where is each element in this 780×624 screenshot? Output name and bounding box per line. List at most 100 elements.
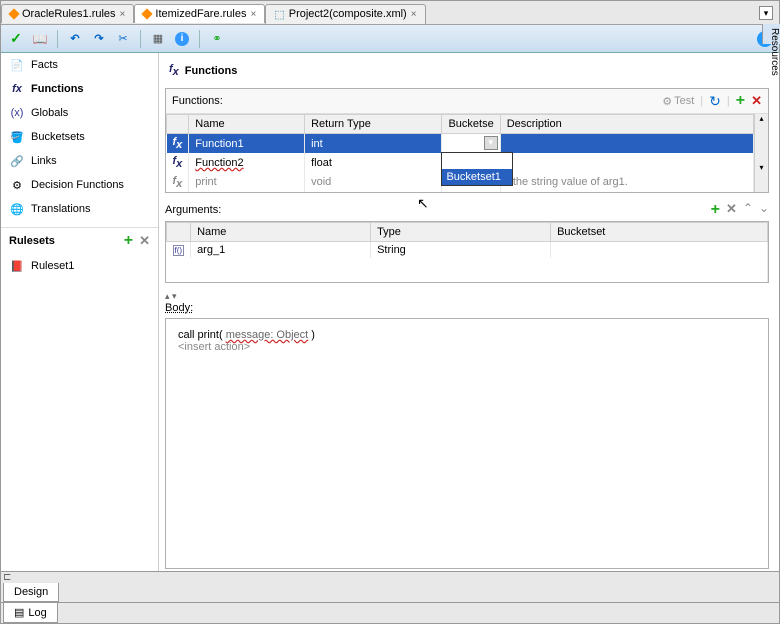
cell-return: int	[305, 134, 442, 154]
add-ruleset-icon[interactable]: +	[124, 232, 133, 250]
minimize-icon[interactable]: ▾	[759, 6, 773, 20]
content-area: fx Functions Functions: ⚙ Test | ↻ | +	[159, 53, 779, 571]
cell-name: print	[189, 173, 305, 192]
body-section: ▴ ▾ Body: call print( message: Object ) …	[165, 291, 769, 569]
tab-itemizedfare[interactable]: ItemizedFare.rules ×	[134, 4, 265, 23]
functions-panel-label: Functions:	[172, 95, 223, 107]
table-row[interactable]: fx Function1 int ▼ Bucketset1	[167, 134, 754, 154]
cell-return: void	[305, 173, 442, 192]
cell-name: Function1	[189, 134, 305, 154]
sidebar-item-ruleset1[interactable]: 📕 Ruleset1	[1, 254, 158, 278]
sidebar-item-label: Bucketsets	[31, 131, 85, 143]
table-row[interactable]: f() arg_1 String	[167, 241, 768, 258]
col-description[interactable]: Description	[500, 115, 753, 134]
sidebar-item-label: Functions	[31, 83, 84, 95]
body-label: Body:	[165, 302, 769, 314]
cell-name: Function2	[189, 153, 305, 172]
section-title-text: Functions	[185, 65, 238, 77]
sidebar-item-decision-functions[interactable]: ⚙ Decision Functions	[1, 173, 158, 197]
insert-action-placeholder[interactable]: <insert action>	[178, 341, 756, 353]
main-toolbar: ✂ ▦ i ⚭ ?	[1, 25, 779, 53]
tab-label: OracleRules1.rules	[22, 8, 116, 20]
arg-icon: f()	[173, 245, 185, 256]
test-button[interactable]: ⚙ Test	[662, 95, 694, 108]
resources-sidebar[interactable]: Resources	[762, 24, 780, 44]
globals-icon: (x)	[9, 105, 25, 121]
navigation-sidebar: 📄 Facts fx Functions (x) Globals 🪣 Bucke…	[1, 53, 159, 571]
body-text: )	[311, 329, 315, 341]
col-bucketset[interactable]: Bucketse	[442, 115, 500, 134]
rulesets-label: Rulesets	[9, 235, 55, 247]
ruleset-icon: 📕	[9, 258, 25, 274]
link-icon[interactable]: ⚭	[208, 30, 226, 48]
col-bucketset[interactable]: Bucketset	[551, 222, 768, 241]
editor-tabbar: OracleRules1.rules × ItemizedFare.rules …	[1, 1, 779, 25]
arguments-section: Arguments: + ✕ ⌃ ⌄ Name Type Bu	[165, 201, 769, 283]
fx-icon: fx	[173, 136, 183, 148]
bucketset-dropdown[interactable]: ▼ Bucketset1	[442, 134, 500, 154]
resize-handle-icon[interactable]: ⊏	[1, 572, 779, 583]
refresh-icon[interactable]: ↻	[709, 93, 721, 110]
dropdown-list: Bucketset1	[441, 152, 513, 186]
dictionary-icon[interactable]	[31, 30, 49, 48]
sidebar-item-bucketsets[interactable]: 🪣 Bucketsets	[1, 125, 158, 149]
functions-table: Name Return Type Bucketse Description fx…	[166, 114, 754, 192]
sidebar-item-globals[interactable]: (x) Globals	[1, 101, 158, 125]
diamond-icon	[8, 8, 19, 19]
tab-project2[interactable]: ⬚ Project2(composite.xml) ×	[265, 4, 425, 24]
scrollbar[interactable]: ▴ ▾	[754, 114, 768, 192]
delete-ruleset-icon[interactable]: ✕	[139, 233, 150, 249]
tab-label: Project2(composite.xml)	[289, 8, 407, 20]
move-down-icon[interactable]: ⌄	[759, 201, 769, 219]
sidebar-item-translations[interactable]: 🌐 Translations	[1, 197, 158, 221]
dropdown-item-bucketset1[interactable]: Bucketset1	[442, 169, 512, 185]
body-editor[interactable]: call print( message: Object ) <insert ac…	[165, 318, 769, 569]
log-icon: ▤	[14, 606, 24, 619]
composite-icon: ⬚	[274, 8, 284, 21]
sidebar-item-facts[interactable]: 📄 Facts	[1, 53, 158, 77]
test-label: Test	[674, 95, 694, 107]
bottom-tabs: ⊏ Design ▤ Log	[1, 571, 779, 623]
sidebar-item-label: Facts	[31, 59, 58, 71]
decision-icon: ⚙	[9, 177, 25, 193]
delete-function-icon[interactable]: ✕	[751, 93, 762, 109]
cell-return: float	[305, 153, 442, 172]
diamond-icon	[142, 8, 153, 19]
tab-oraclerules[interactable]: OracleRules1.rules ×	[1, 4, 134, 23]
close-icon[interactable]: ×	[411, 9, 417, 20]
cut-icon[interactable]: ✂	[114, 30, 132, 48]
add-argument-icon[interactable]: +	[711, 201, 720, 219]
move-up-icon[interactable]: ⌃	[743, 201, 753, 219]
col-type[interactable]: Type	[371, 222, 551, 241]
sidebar-item-functions[interactable]: fx Functions	[1, 77, 158, 101]
tab-design[interactable]: Design	[3, 583, 59, 602]
dropdown-item-empty[interactable]	[442, 153, 512, 169]
gear-icon: ⚙	[662, 95, 672, 108]
cell-name: arg_1	[191, 241, 371, 258]
sidebar-item-links[interactable]: 🔗 Links	[1, 149, 158, 173]
cell-desc	[500, 134, 753, 154]
validate-icon[interactable]	[7, 30, 25, 48]
arguments-table: Name Type Bucketset f() arg_1 String	[166, 222, 768, 282]
tab-log[interactable]: ▤ Log	[3, 603, 58, 623]
links-icon: 🔗	[9, 153, 25, 169]
close-icon[interactable]: ×	[120, 9, 126, 20]
collapse-arrows-icon[interactable]: ▴ ▾	[165, 291, 769, 302]
cell-type: String	[371, 241, 551, 258]
body-line[interactable]: call print( message: Object )	[178, 329, 756, 341]
close-icon[interactable]: ×	[250, 9, 256, 20]
add-function-icon[interactable]: +	[736, 92, 745, 110]
info-button[interactable]: i	[173, 30, 191, 48]
separator: |	[727, 95, 730, 107]
col-name[interactable]: Name	[191, 222, 371, 241]
sidebar-item-label: Links	[31, 155, 57, 167]
undo-icon[interactable]	[66, 30, 84, 48]
col-return[interactable]: Return Type	[305, 115, 442, 134]
redo-icon[interactable]	[90, 30, 108, 48]
tab-label: ItemizedFare.rules	[155, 8, 246, 20]
chevron-down-icon[interactable]: ▼	[484, 136, 498, 150]
delete-argument-icon[interactable]: ✕	[726, 201, 737, 219]
arguments-label: Arguments:	[165, 204, 221, 216]
grid-icon[interactable]: ▦	[149, 30, 167, 48]
col-name[interactable]: Name	[189, 115, 305, 134]
